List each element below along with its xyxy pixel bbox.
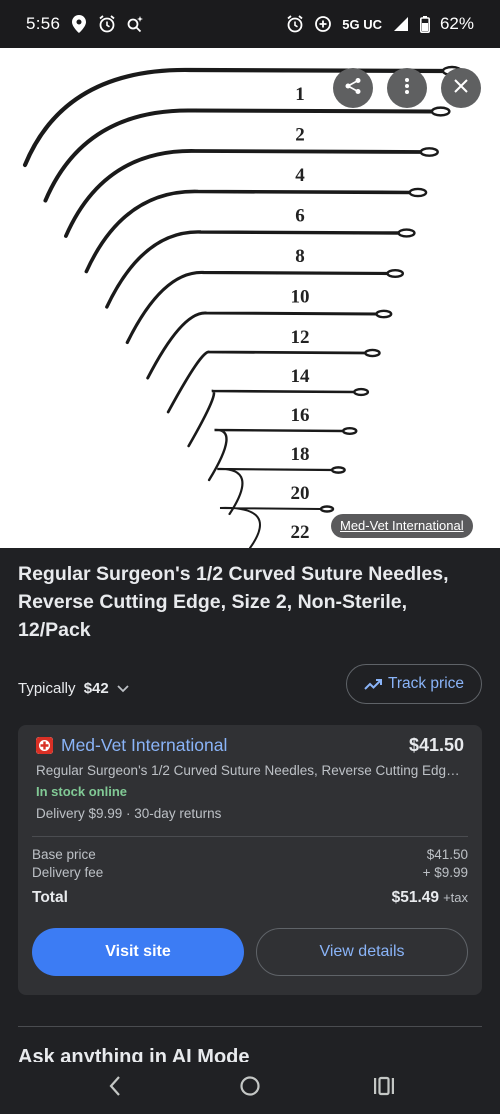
needle-size-label: 16 — [291, 405, 310, 426]
track-price-button[interactable]: Track price — [346, 664, 482, 704]
offer-description: Regular Surgeon's 1/2 Curved Suture Need… — [36, 763, 460, 778]
trending-icon — [364, 678, 382, 690]
total-value-group: $51.49 +tax — [392, 889, 468, 907]
share-icon — [344, 77, 362, 100]
needles-illustration: 1246810121416182022 — [22, 65, 463, 548]
product-image[interactable]: 1 2 4 6 8 10 12 14 16 18 20 22 Med-Vet Internationa… — [0, 48, 500, 548]
close-button[interactable] — [441, 68, 481, 108]
recents-icon — [373, 1076, 395, 1101]
needle — [207, 428, 345, 482]
merchant-logo-icon — [36, 737, 53, 754]
visit-site-button[interactable]: Visit site — [32, 928, 244, 976]
needle-eye — [375, 309, 393, 319]
typical-price-toggle[interactable]: Typically $42 — [18, 680, 129, 697]
location-icon — [70, 15, 88, 33]
needle-eye — [330, 466, 346, 474]
stock-status: In stock online — [36, 784, 128, 799]
close-icon — [454, 78, 468, 98]
recents-button[interactable] — [370, 1074, 398, 1102]
needle-eye — [397, 228, 416, 238]
needle-eye — [430, 106, 451, 117]
chevron-down-icon — [117, 684, 129, 693]
needle-size-label: 2 — [295, 125, 305, 146]
product-title: Regular Surgeon's 1/2 Curved Suture Need… — [18, 563, 449, 641]
alarm-icon — [98, 15, 116, 33]
more-options-button[interactable] — [387, 68, 427, 108]
ask-ai-mode-input[interactable]: Ask anything in AI Mode — [18, 1042, 250, 1062]
typical-label: Typically — [18, 680, 80, 697]
needle-eye — [419, 147, 439, 157]
section-divider — [18, 1026, 482, 1027]
status-left: 5:56 — [26, 14, 144, 34]
back-button[interactable] — [101, 1074, 129, 1102]
offer-card: Med-Vet International $41.50 Regular Sur… — [18, 725, 482, 995]
total-value: $51.49 — [391, 889, 440, 906]
needle-size-label: 8 — [295, 246, 305, 267]
delivery-fee-label: Delivery fee — [32, 865, 104, 880]
total-row: Total $51.49 +tax — [32, 889, 468, 907]
needle-size-label: 14 — [291, 366, 311, 387]
needle — [125, 270, 391, 345]
merchant-link[interactable]: Med-Vet International — [36, 735, 227, 756]
battery-icon — [419, 15, 430, 33]
needle — [146, 311, 380, 380]
data-saver-icon — [314, 15, 332, 33]
needle-size-label: 20 — [291, 483, 310, 504]
clock: 5:56 — [26, 14, 61, 33]
status-bar: 5:56 5G UC 62% — [0, 0, 500, 48]
image-source-link[interactable]: Med-Vet International — [331, 514, 473, 538]
needle — [105, 230, 403, 309]
search-sparkle-icon — [126, 15, 144, 33]
home-icon — [239, 1075, 261, 1102]
share-button[interactable] — [333, 68, 373, 108]
total-label: Total — [32, 889, 68, 906]
needle-size-label: 4 — [295, 165, 305, 186]
view-details-button[interactable]: View details — [256, 928, 468, 976]
signal-icon — [392, 15, 410, 33]
navigation-bar — [0, 1062, 500, 1114]
needle-eye — [364, 348, 381, 358]
needle-eye — [353, 387, 370, 397]
divider — [32, 836, 468, 837]
more-vert-icon — [404, 77, 410, 100]
offer-price: $41.50 — [408, 735, 464, 755]
needle-size-label: 18 — [291, 444, 310, 465]
needle — [166, 350, 368, 414]
delivery-fee-row: Delivery fee + $9.99 — [32, 865, 468, 880]
home-button[interactable] — [236, 1074, 264, 1102]
needle — [187, 389, 357, 448]
needle-size-label: 12 — [291, 327, 310, 348]
tax-note: +tax — [443, 890, 468, 905]
needle-eye — [386, 268, 405, 279]
needle-size-label: 22 — [291, 522, 310, 543]
needle — [43, 108, 437, 203]
merchant-name: Med-Vet International — [61, 735, 228, 755]
needle-size-label: 6 — [295, 206, 305, 227]
base-price-value: $41.50 — [426, 847, 468, 862]
needle-size-label: 10 — [291, 287, 310, 308]
needle-eye — [408, 187, 428, 198]
merchant-row: Med-Vet International $41.50 — [36, 735, 464, 756]
back-icon — [108, 1075, 122, 1102]
alarm-icon — [286, 15, 304, 33]
status-right: 5G UC 62% — [286, 14, 474, 34]
typical-price: $42 — [83, 680, 109, 697]
needle-eye — [319, 505, 335, 513]
base-price-row: Base price $41.50 — [32, 847, 468, 862]
battery-level: 62% — [439, 14, 474, 33]
track-price-label: Track price — [387, 675, 465, 692]
needle-eye — [341, 427, 358, 435]
delivery-fee-value: + $9.99 — [422, 865, 468, 880]
needle-size-label: 1 — [295, 84, 305, 105]
network-label: 5G UC — [342, 16, 382, 32]
base-price-label: Base price — [32, 847, 96, 862]
delivery-info: Delivery $9.99 · 30-day returns — [36, 806, 222, 821]
